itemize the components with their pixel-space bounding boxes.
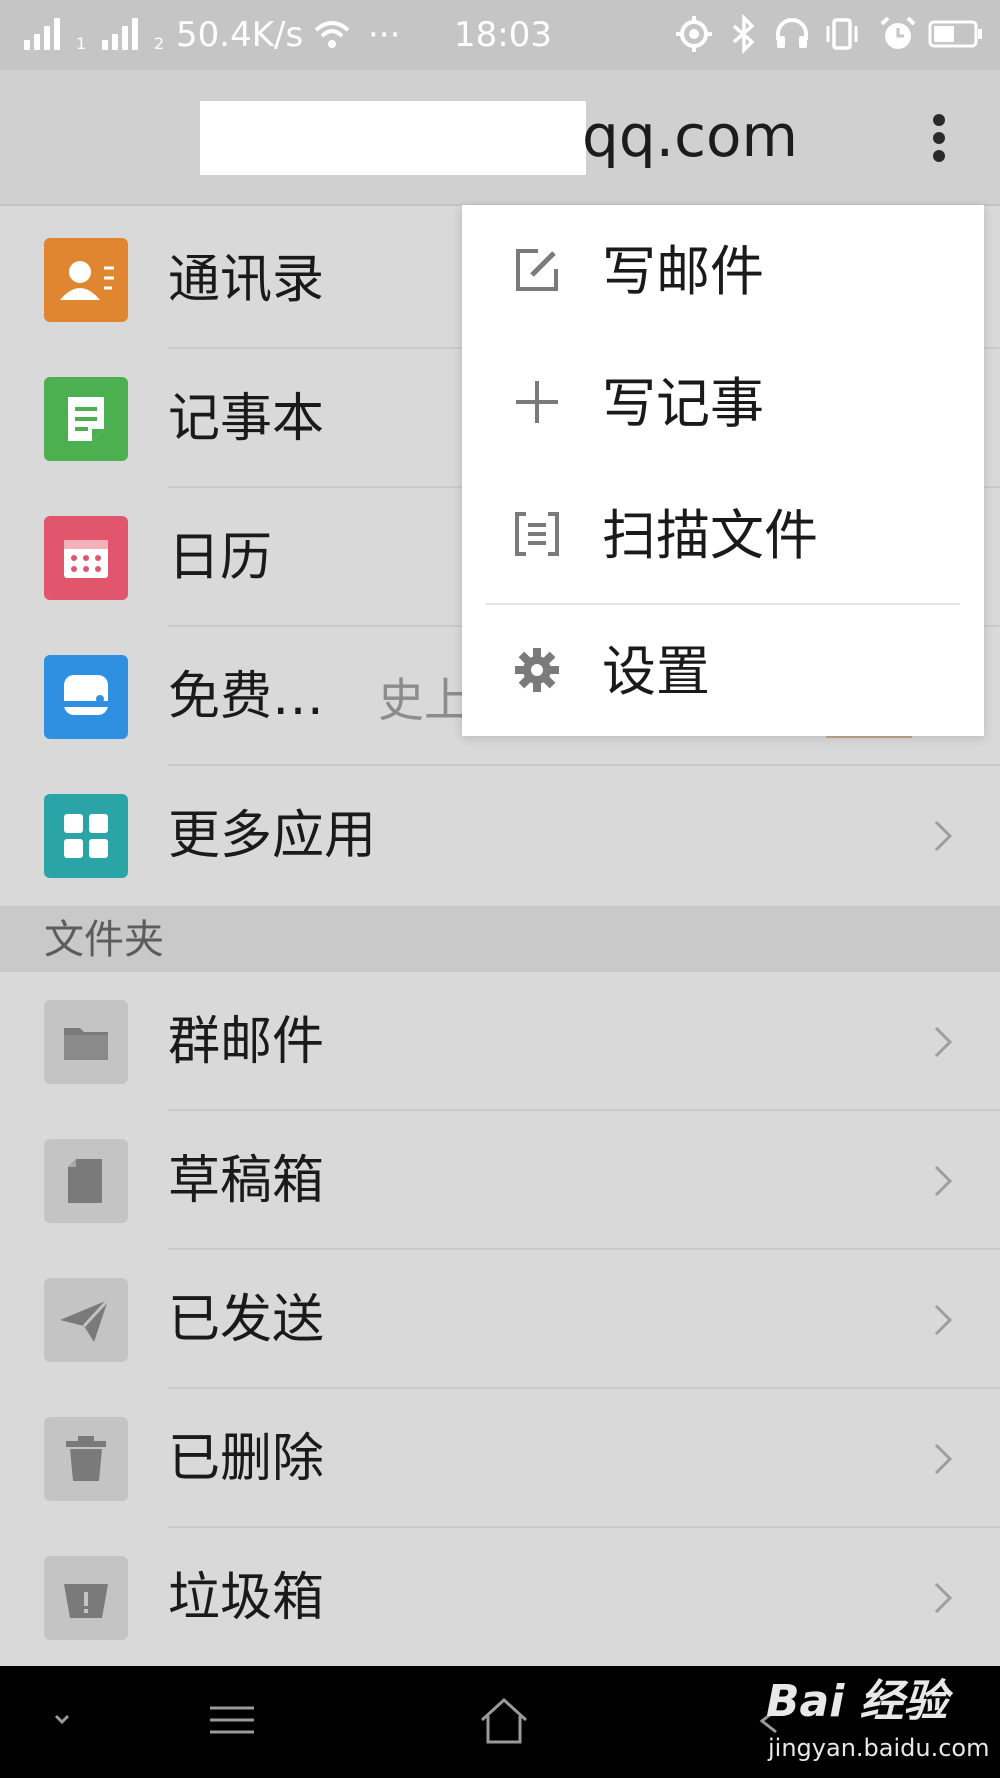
draft-icon [44, 1139, 128, 1223]
more-menu-button[interactable] [924, 110, 954, 166]
watermark-logo: Bai 经验 [766, 1676, 948, 1727]
baidu-jingyan-watermark: Bai 经验 jingyan.baidu.com [760, 1672, 990, 1772]
app-header: qq.com [0, 70, 1000, 206]
wifi-icon [314, 21, 350, 48]
app-label: 记事本 [168, 389, 325, 449]
spam-bin-icon [44, 1556, 128, 1640]
bluetooth-icon [732, 14, 755, 54]
chevron-right-icon [934, 820, 953, 852]
watermark-url: jingyan.baidu.com [768, 1734, 990, 1762]
menu-icon[interactable] [202, 1696, 262, 1746]
folder-row-deleted[interactable]: 已删除 [0, 1389, 1000, 1528]
menu-item-label: 扫描文件 [602, 504, 818, 567]
chevron-right-icon [934, 1443, 953, 1475]
chevron-right-icon [934, 1582, 953, 1614]
network-speed: 50.4K/s [176, 15, 304, 55]
chevron-right-icon [934, 1165, 953, 1197]
app-label: 日历 [168, 528, 273, 588]
chat-bubble-icon [44, 655, 128, 739]
more-dot-icon [933, 114, 945, 126]
folder-row-spam[interactable]: 垃圾箱 [0, 1528, 1000, 1667]
menu-item-label: 写记事 [602, 372, 764, 435]
contacts-icon [44, 238, 128, 322]
app-label: 通讯录 [168, 250, 325, 310]
scan-icon [515, 512, 559, 556]
menu-item-compose[interactable]: 写邮件 [462, 205, 984, 337]
app-label: 免费… [168, 667, 325, 727]
notepad-icon [44, 377, 128, 461]
folder-row-sent[interactable]: 已发送 [0, 1250, 1000, 1389]
sim2-label: 2 [154, 34, 165, 53]
folder-row-group-mail[interactable]: 群邮件 [0, 972, 1000, 1111]
calendar-icon [44, 516, 128, 600]
grid-icon [44, 794, 128, 878]
paper-plane-icon [44, 1278, 128, 1362]
battery-icon [928, 20, 982, 48]
chevron-right-icon [934, 1304, 953, 1336]
folder-label: 草稿箱 [168, 1151, 325, 1211]
gear-icon [515, 648, 559, 692]
section-title: 文件夹 [44, 917, 164, 963]
menu-item-scan[interactable]: 扫描文件 [462, 469, 984, 601]
home-icon[interactable] [474, 1696, 534, 1746]
headphones-icon [776, 18, 808, 48]
overflow-dropdown-menu: 写邮件 写记事 扫描文件 设置 [462, 205, 984, 736]
menu-item-new-note[interactable]: 写记事 [462, 337, 984, 469]
plus-icon [516, 381, 558, 423]
more-dot-icon [933, 132, 945, 144]
account-redaction [200, 101, 586, 175]
folder-label: 已删除 [168, 1429, 325, 1489]
vibrate-icon [826, 18, 858, 50]
app-row-more-apps[interactable]: 更多应用 [0, 766, 1000, 905]
signal-icon-sim1 [24, 18, 70, 50]
account-title[interactable]: qq.com [582, 98, 798, 174]
chevron-right-icon [934, 1026, 953, 1058]
menu-item-settings[interactable]: 设置 [462, 605, 984, 737]
folder-label: 群邮件 [168, 1012, 325, 1072]
status-bar: 1 2 50.4K/s ··· 18:03 [0, 0, 1000, 70]
app-sublabel: 史上 [378, 673, 470, 727]
compose-icon [516, 249, 558, 291]
menu-item-label: 设置 [602, 640, 710, 703]
folder-row-drafts[interactable]: 草稿箱 [0, 1111, 1000, 1250]
more-status-dots: ··· [368, 15, 401, 55]
folders-section-header: 文件夹 [0, 906, 1000, 972]
app-label: 更多应用 [168, 806, 377, 866]
chevron-down-icon[interactable] [32, 1696, 92, 1746]
folder-icon [44, 1000, 128, 1084]
alarm-icon [880, 16, 916, 49]
location-icon [676, 16, 712, 52]
folder-label: 已发送 [168, 1290, 325, 1350]
clock: 18:03 [454, 15, 552, 55]
sim1-label: 1 [76, 34, 87, 53]
more-dot-icon [933, 150, 945, 162]
folder-label: 垃圾箱 [168, 1568, 325, 1628]
menu-item-label: 写邮件 [602, 240, 764, 303]
signal-icon-sim2 [102, 18, 148, 50]
trash-icon [44, 1417, 128, 1501]
